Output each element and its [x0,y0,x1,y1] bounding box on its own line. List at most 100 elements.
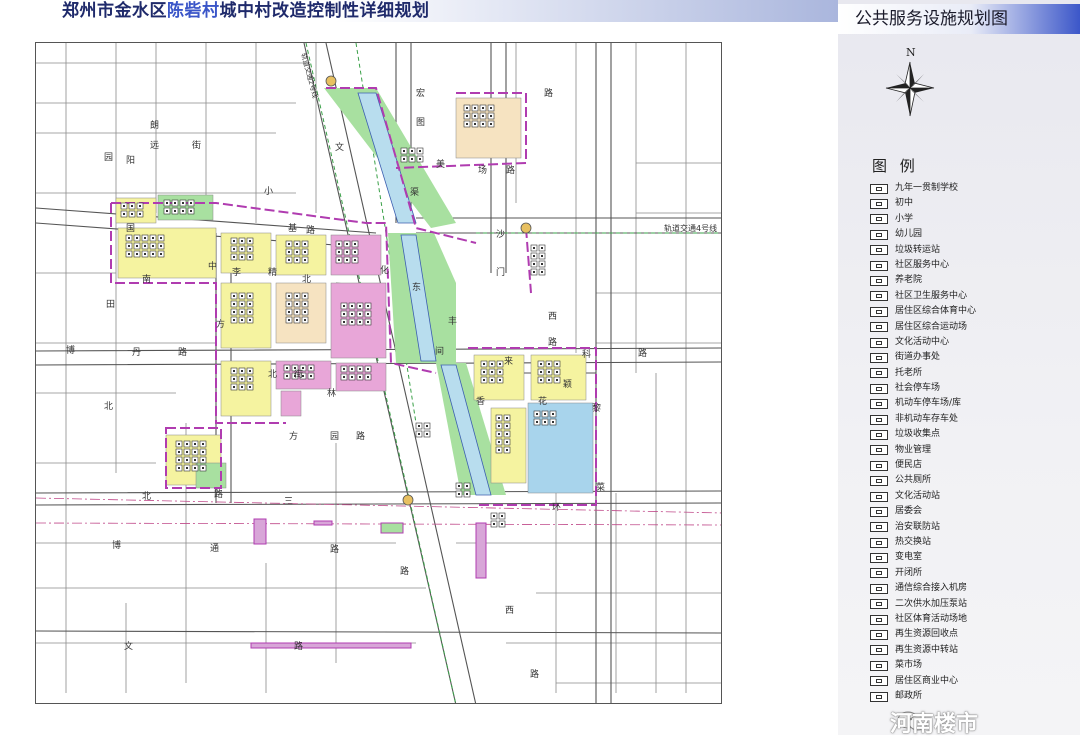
road-name-label: 宏 [416,89,426,99]
facility-symbol-dot [367,321,369,323]
road-name-label: 北 [142,492,152,502]
road-name-label: 小 [264,187,274,197]
legend-item: 幼儿园 [870,227,976,242]
facility-symbol-dot [241,386,243,388]
facility-symbol-dot [541,263,543,265]
facility-symbol-dot [498,433,500,435]
facility-symbol-dot [411,150,413,152]
facility-symbol-dot [367,305,369,307]
facility-symbol-dot [367,368,369,370]
facility-symbol-dot [296,311,298,313]
legend-symbol-icon [870,614,888,625]
facility-symbol-dot [233,386,235,388]
facility-symbol-dot [139,213,141,215]
facility-symbol-dot [160,245,162,247]
legend-item: 通信综合接入机房 [870,581,976,596]
facility-symbol-dot [288,243,290,245]
road-name-label: 街 [192,141,202,151]
facility-symbol-dot [304,259,306,261]
facility-symbol-dot [493,515,495,517]
legend-symbol-icon [870,414,888,425]
road-name-label: 中 [208,262,218,272]
facility-symbol-dot [506,433,508,435]
legend-item: 社会停车场 [870,381,976,396]
facility-symbol-dot [190,202,192,204]
facility-symbol-dot [556,371,558,373]
facility-symbol-dot [501,523,503,525]
facility-symbol-dot [351,321,353,323]
facility-symbol-dot [241,295,243,297]
legend-symbol-icon [870,476,888,487]
facility-symbol-dot [359,376,361,378]
facility-symbol-dot [533,263,535,265]
facility-symbol-dot [411,158,413,160]
facility-symbol-dot [506,417,508,419]
facility-symbol-dot [233,295,235,297]
facility-symbol-dot [288,303,290,305]
facility-symbol-dot [458,485,460,487]
road-name-label: 环 [552,503,562,513]
facility-symbol-dot [541,271,543,273]
legend-symbol-icon [870,399,888,410]
facility-symbol-dot [123,205,125,207]
legend-symbol-icon [870,506,888,517]
facility-symbol-dot [190,210,192,212]
facility-symbol-dot [367,313,369,315]
facility-symbol-dot [144,253,146,255]
facility-symbol-dot [304,303,306,305]
legend-item-label: 通信综合接入机房 [895,583,968,594]
facility-symbol-dot [490,123,492,125]
facility-symbol-dot [533,271,535,273]
legend-item-label: 邮政所 [895,690,923,701]
facility-symbol-dot [233,311,235,313]
legend-item-label: 托老所 [895,367,923,378]
legend-item-label: 非机动车存车处 [895,413,959,424]
facility-symbol-dot [178,443,180,445]
facility-symbol-dot [144,237,146,239]
facility-symbol-dot [152,245,154,247]
facility-symbol-dot [491,371,493,373]
road-name-label: 园 [330,432,340,442]
road-name-label: 科 [582,350,592,360]
facility-symbol-dot [536,421,538,423]
legend-item-label: 社区服务中心 [895,259,950,270]
road-name-label: 博 [66,346,76,356]
road-name-label: 林 [327,389,337,399]
road-name-label: 园 [104,153,114,163]
legend-item: 非机动车存车处 [870,412,976,427]
legend-item: 居委会 [870,504,976,519]
facility-symbol-dot [482,115,484,117]
facility-symbol-dot [194,443,196,445]
facility-symbol-dot [241,303,243,305]
road-name-label: 方 [216,320,226,330]
facility-symbol-dot [359,313,361,315]
facility-symbol-dot [241,240,243,242]
facility-symbol-dot [491,379,493,381]
facility-symbol-dot [403,150,405,152]
facility-symbol-dot [540,363,542,365]
legend-item-label: 垃圾转运站 [895,244,941,255]
legend-symbol-icon [870,537,888,548]
legend-symbol-icon [870,306,888,317]
facility-symbol-dot [296,251,298,253]
legend-item: 机动车停车场/库 [870,396,976,411]
facility-symbol-dot [466,107,468,109]
facility-symbol-dot [249,295,251,297]
road-name-label: 路 [178,348,188,358]
road-name-label: 田 [106,300,116,310]
road-name-label: 丰 [448,317,458,327]
legend-item-label: 养老院 [895,275,923,286]
facility-symbol-dot [490,107,492,109]
facility-symbol-dot [351,313,353,315]
facility-symbol-dot [540,379,542,381]
facility-symbol-dot [160,237,162,239]
panel-title: 公共服务设施规划图 [855,9,1008,29]
facility-symbol-dot [499,371,501,373]
legend-symbol-icon [870,630,888,641]
road-name-label: 场 [478,166,488,176]
legend-item: 物业管理 [870,443,976,458]
legend-item-label: 居住区综合运动场 [895,321,968,332]
legend-item-label: 垃圾收集点 [895,429,941,440]
legend-item: 治安联防站 [870,520,976,535]
facility-symbol-dot [233,378,235,380]
